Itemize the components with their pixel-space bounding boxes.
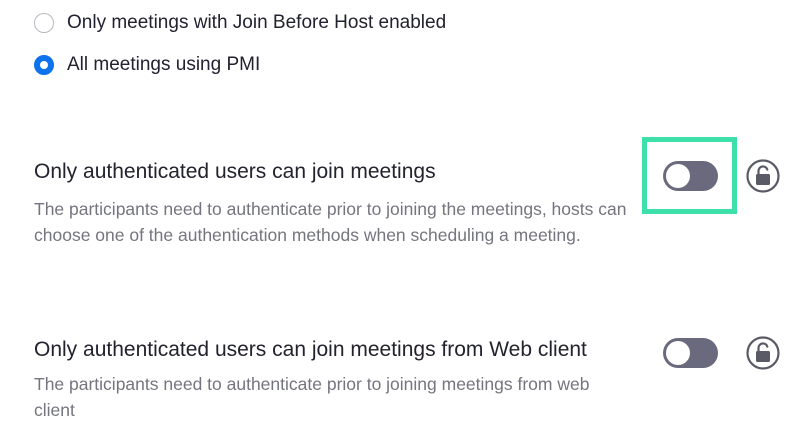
toggle-knob (666, 341, 690, 365)
toggle-authenticated-users[interactable] (663, 161, 718, 191)
toggle-web-client[interactable] (663, 338, 718, 368)
setting-title-authenticated-users: Only authenticated users can join meetin… (34, 160, 436, 183)
radio-label: Only meetings with Join Before Host enab… (67, 12, 447, 33)
radio-button[interactable] (34, 13, 54, 33)
settings-page: Only meetings with Join Before Host enab… (0, 0, 800, 430)
radio-option-join-before-host[interactable]: Only meetings with Join Before Host enab… (34, 10, 446, 36)
setting-description-authenticated-users: The participants need to authenticate pr… (34, 199, 627, 245)
setting-title-web-client: Only authenticated users can join meetin… (34, 338, 587, 361)
radio-option-all-pmi[interactable]: All meetings using PMI (34, 52, 260, 78)
toggle-knob (666, 164, 690, 188)
radio-button-selected[interactable] (34, 55, 54, 75)
setting-description-web-client: The participants need to authenticate pr… (34, 374, 590, 420)
unlock-icon[interactable] (746, 159, 780, 193)
unlock-icon[interactable] (746, 336, 780, 370)
radio-label: All meetings using PMI (67, 54, 261, 75)
